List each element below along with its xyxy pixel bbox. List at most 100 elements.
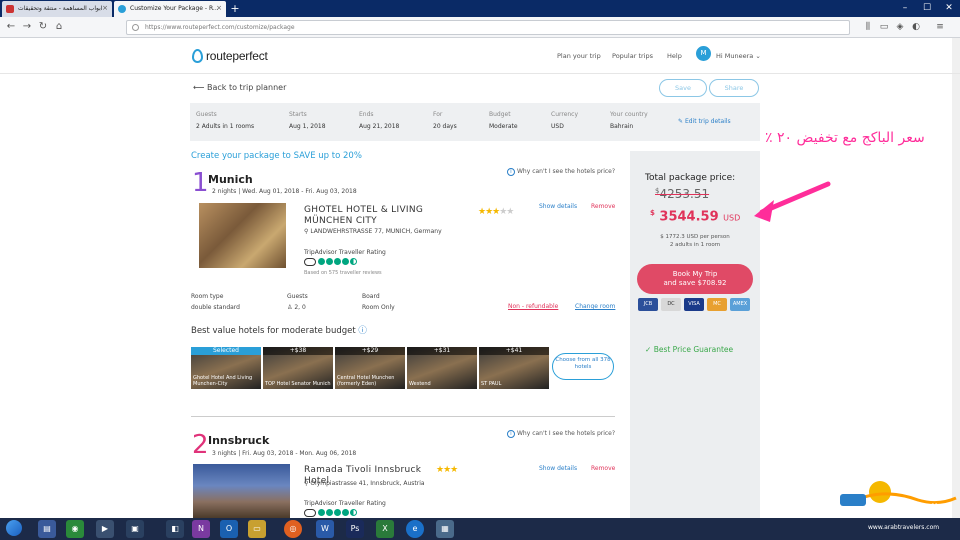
best-price-guarantee: ✓ Best Price Guarantee — [645, 345, 734, 354]
currency-info: Currency USD — [551, 111, 579, 130]
nav-plan-trip[interactable]: Plan your trip — [557, 52, 601, 60]
choose-all-hotels-button[interactable]: Choose from all 378 hotels — [552, 353, 614, 380]
star-rating: ★★★★★ — [478, 207, 514, 217]
browser-tab-1[interactable]: ابواب المساهمة - منتقة وتحقيقات × — [2, 1, 112, 17]
tripadvisor-label: TripAdvisor Traveller Rating — [304, 249, 386, 256]
tab-label: ابواب المساهمة - منتقة وتحقيقات — [18, 5, 103, 12]
close-tab-icon[interactable]: × — [102, 4, 108, 12]
word-icon[interactable]: W — [316, 520, 334, 538]
media-icon[interactable]: ▶ — [96, 520, 114, 538]
user-sync-icon[interactable]: ◐ — [910, 21, 922, 33]
hotel-name[interactable]: GHOTEL HOTEL & LIVING MÜNCHEN CITY — [304, 205, 474, 227]
favicon-icon — [6, 5, 14, 13]
why-no-price-link[interactable]: i Why can't I see the hotels price? — [507, 430, 615, 438]
star-rating: ★★★ — [436, 465, 458, 475]
site-logo[interactable]: routeperfect — [192, 47, 268, 65]
ie-icon[interactable]: e — [406, 520, 424, 538]
remove-link[interactable]: Remove — [591, 203, 615, 210]
book-my-trip-button[interactable]: Book My Trip and save $708.92 — [637, 264, 753, 294]
mastercard-icon: MC — [707, 298, 727, 311]
promo-text: Create your package to SAVE up to 20% — [191, 151, 362, 161]
forward-icon[interactable]: → — [20, 20, 34, 34]
onenote-icon[interactable]: N — [192, 520, 210, 538]
browser-tab-2[interactable]: Customize Your Package - R... × — [114, 1, 226, 17]
windows-start-icon[interactable] — [6, 520, 22, 536]
watermark-url: www.arabtravelers.com — [868, 524, 940, 531]
excel-icon[interactable]: X — [376, 520, 394, 538]
menu-icon[interactable]: ≡ — [934, 21, 946, 33]
back-to-planner-link[interactable]: ⟵ Back to trip planner — [193, 83, 286, 92]
nav-help[interactable]: Help — [667, 52, 682, 60]
change-room-link[interactable]: Change room — [575, 303, 615, 310]
scrollbar[interactable] — [952, 38, 960, 518]
computer-icon[interactable]: ▣ — [126, 520, 144, 538]
city-name: Innsbruck — [208, 434, 270, 447]
outlook-icon[interactable]: O — [220, 520, 238, 538]
explorer-icon[interactable]: ▤ — [38, 520, 56, 538]
sidebar-icon[interactable]: ▭ — [878, 21, 890, 33]
city-dates: 2 nights | Wed. Aug 01, 2018 - Fri. Aug … — [212, 188, 357, 195]
non-refundable-link[interactable]: Non - refundable — [508, 303, 558, 310]
annotation-arrow — [754, 181, 831, 222]
location-pin-icon: ⚲ — [304, 228, 309, 235]
calculator-icon[interactable]: ▦ — [436, 520, 454, 538]
app-icon[interactable]: ◧ — [166, 520, 184, 538]
close-window-icon[interactable]: ✕ — [938, 0, 960, 17]
user-menu[interactable]: Hi Muneera ⌄ — [716, 52, 761, 60]
close-tab-icon[interactable]: × — [216, 4, 222, 12]
maximize-icon[interactable]: ☐ — [916, 0, 938, 17]
hotel-thumb[interactable]: +$38 TOP Hotel Senator Munich — [263, 347, 333, 389]
avatar[interactable]: M — [696, 46, 711, 61]
original-price: $4253.51 — [655, 187, 710, 201]
tripadvisor-owl-icon — [304, 258, 316, 266]
payment-cards: JCB DC VISA MC AMEX — [638, 298, 750, 311]
discounted-price: $ 3544.59 USD — [650, 209, 741, 225]
map-pin-icon — [192, 49, 203, 63]
visa-card-icon: VISA — [684, 298, 704, 311]
remove-link[interactable]: Remove — [591, 465, 615, 472]
nav-popular-trips[interactable]: Popular trips — [612, 52, 653, 60]
tripadvisor-rating — [318, 258, 357, 265]
new-tab-button[interactable]: + — [228, 2, 242, 15]
divider — [191, 416, 615, 417]
favicon-icon — [118, 5, 126, 13]
tripadvisor-owl-icon — [304, 509, 316, 517]
best-value-title: Best value hotels for moderate budget ⓘ — [191, 326, 367, 336]
edit-trip-details-link[interactable]: ✎ Edit trip details — [678, 118, 731, 125]
hotel-thumb[interactable]: +$29 Central Hotel Munchen (formerly Eden… — [335, 347, 405, 389]
extension-icon[interactable]: ◈ — [894, 21, 906, 33]
why-no-price-link[interactable]: i Why can't I see the hotels price? — [507, 168, 615, 176]
chrome-icon[interactable]: ◉ — [66, 520, 84, 538]
minimize-icon[interactable]: – — [894, 0, 916, 17]
photoshop-icon[interactable]: Ps — [346, 520, 364, 538]
folder-icon[interactable]: ▭ — [248, 520, 266, 538]
show-details-link[interactable]: Show details — [539, 203, 577, 210]
diners-card-icon: DC — [661, 298, 681, 311]
back-icon[interactable]: ← — [4, 20, 18, 34]
city-dates: 3 nights | Fri. Aug 03, 2018 - Mon. Aug … — [212, 450, 357, 457]
per-person-price: $ 1772.3 USD per person 2 adults in 1 roo… — [660, 234, 730, 248]
city-number: 1 — [192, 168, 209, 198]
hotel-photo[interactable] — [199, 203, 286, 268]
checkmark-icon: ✓ — [645, 345, 652, 354]
end-date-info: Ends Aug 21, 2018 — [359, 111, 400, 130]
library-icon[interactable]: ⫼ — [862, 21, 874, 33]
save-button[interactable]: Save — [659, 79, 707, 97]
hotel-thumb[interactable]: +$41 ST PAUL — [479, 347, 549, 389]
reload-icon[interactable]: ↻ — [36, 20, 50, 34]
show-details-link[interactable]: Show details — [539, 465, 577, 472]
city-number: 2 — [192, 430, 209, 460]
address-bar[interactable]: https://www.routeperfect.com/customize/p… — [126, 20, 850, 35]
hotel-thumb[interactable]: Selected Ghotel Hotel And Living Munchen-… — [191, 347, 261, 389]
chevron-down-icon: ⌄ — [755, 52, 761, 60]
amex-card-icon: AMEX — [730, 298, 750, 311]
home-icon[interactable]: ⌂ — [52, 20, 66, 34]
firefox-icon[interactable]: ◎ — [284, 520, 302, 538]
url-text: https://www.routeperfect.com/customize/p… — [145, 24, 295, 31]
share-button[interactable]: Share — [709, 79, 759, 97]
room-type: Room type double standard — [191, 293, 240, 311]
person-icon: ♙ — [287, 304, 293, 311]
total-price-label: Total package price: — [645, 173, 736, 183]
hotel-photo[interactable] — [193, 464, 290, 518]
hotel-thumb[interactable]: +$31 Westend — [407, 347, 477, 389]
